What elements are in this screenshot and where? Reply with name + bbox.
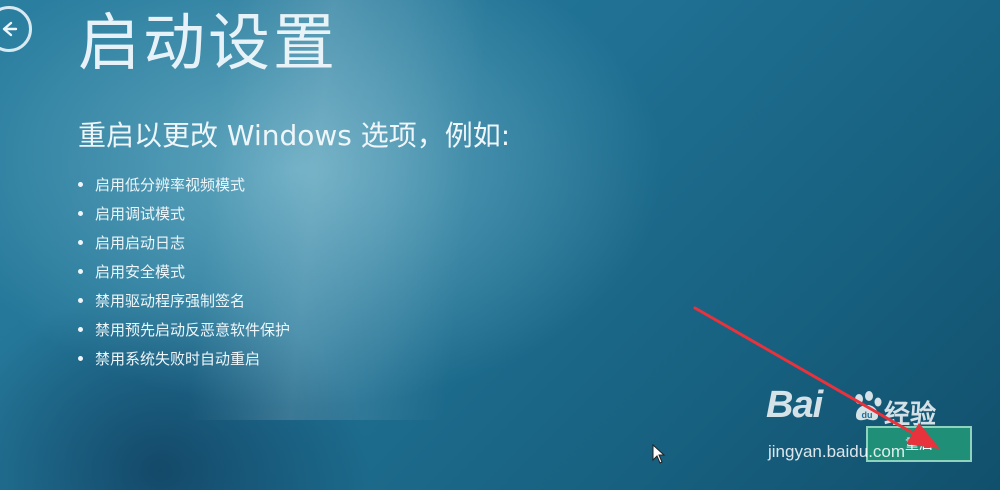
back-arrow-icon (2, 21, 18, 37)
page-title: 启动设置 (78, 6, 339, 79)
startup-options-list: 启用低分辨率视频模式 启用调试模式 启用启动日志 启用安全模式 禁用驱动程序强制… (78, 170, 290, 373)
list-item: 禁用驱动程序强制签名 (78, 286, 290, 315)
option-label: 禁用系统失败时自动重启 (95, 350, 261, 368)
bullet-icon (78, 327, 83, 332)
list-item: 启用低分辨率视频模式 (78, 170, 290, 199)
back-button[interactable] (0, 6, 32, 52)
option-label: 启用启动日志 (95, 234, 186, 252)
list-item: 启用启动日志 (78, 228, 290, 257)
list-item: 禁用预先启动反恶意软件保护 (78, 315, 290, 344)
option-label: 启用低分辨率视频模式 (95, 176, 246, 194)
watermark-brand: Bai (766, 384, 823, 426)
restart-button[interactable]: 重启 (866, 426, 972, 462)
mouse-cursor-icon (652, 444, 666, 464)
bullet-icon (78, 240, 83, 245)
bullet-icon (78, 269, 83, 274)
bullet-icon (78, 211, 83, 216)
option-label: 启用调试模式 (95, 205, 186, 223)
list-item: 禁用系统失败时自动重启 (78, 344, 290, 373)
svg-text:du: du (862, 410, 873, 420)
options-subtitle: 重启以更改 Windows 选项，例如: (78, 119, 511, 152)
list-item: 启用调试模式 (78, 199, 290, 228)
bullet-icon (78, 298, 83, 303)
option-label: 启用安全模式 (95, 263, 186, 281)
option-label: 禁用驱动程序强制签名 (95, 292, 246, 310)
option-label: 禁用预先启动反恶意软件保护 (95, 321, 291, 339)
list-item: 启用安全模式 (78, 257, 290, 286)
bullet-icon (78, 356, 83, 361)
paw-icon: du (855, 391, 882, 421)
bullet-icon (78, 182, 83, 187)
